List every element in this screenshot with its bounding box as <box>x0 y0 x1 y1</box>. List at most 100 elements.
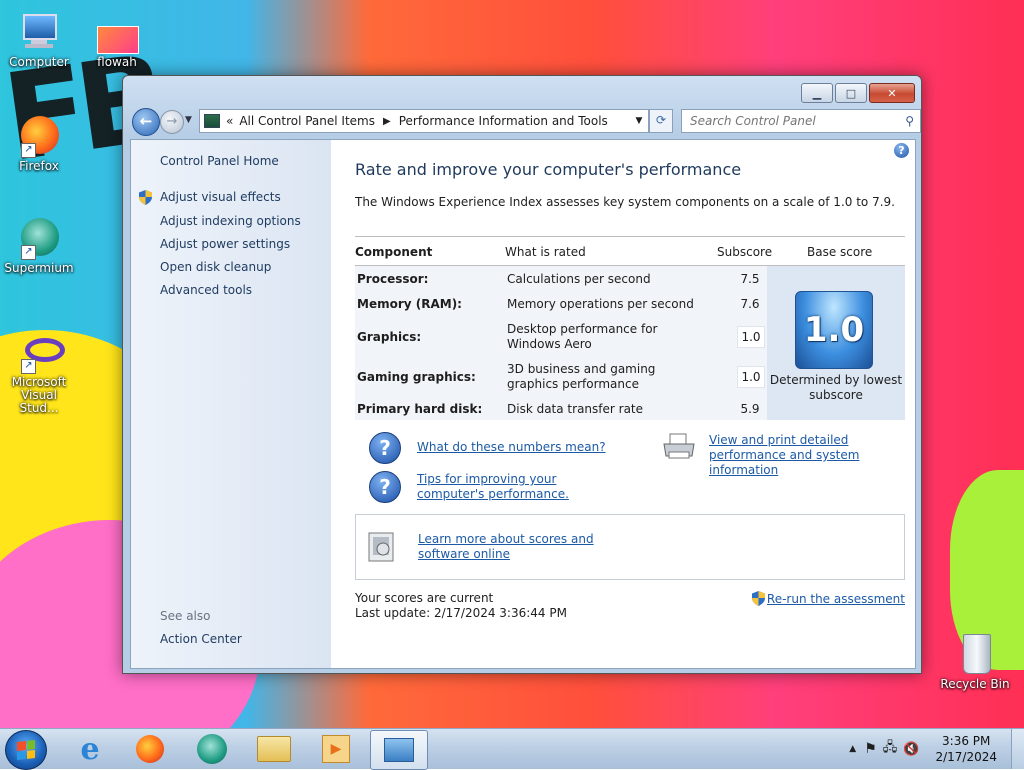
control-panel-icon <box>384 738 414 762</box>
component-name: Graphics: <box>357 330 422 344</box>
table-body: Processor: Calculations per second 7.5 M… <box>355 266 905 420</box>
desktop-icon-recycle-bin[interactable]: Recycle Bin <box>936 632 1014 691</box>
printer-icon <box>663 433 695 459</box>
show-desktop-button[interactable] <box>1011 729 1024 769</box>
adjust-power-settings-link[interactable]: Adjust power settings <box>160 237 290 251</box>
start-button[interactable] <box>5 730 47 770</box>
image-file-icon <box>95 24 139 54</box>
advanced-tools-link[interactable]: Advanced tools <box>160 283 252 297</box>
assessment-status: Your scores are current Last update: 2/1… <box>355 591 567 621</box>
shortcut-arrow-icon: ↗ <box>21 245 36 260</box>
desktop-icon-supermium[interactable]: ↗ Supermium <box>0 216 78 275</box>
adjust-visual-effects-link[interactable]: Adjust visual effects <box>160 190 281 204</box>
base-score-badge: 1.0 <box>795 291 873 369</box>
search-input[interactable] <box>688 113 897 129</box>
component-name: Primary hard disk: <box>357 402 483 416</box>
software-box-icon <box>368 532 394 562</box>
action-center-link[interactable]: Action Center <box>160 632 242 646</box>
clock[interactable]: 3:36 PM 2/17/2024 <box>935 733 997 765</box>
page-description: The Windows Experience Index assesses ke… <box>355 195 895 209</box>
desktop-icon-computer[interactable]: Computer <box>0 10 78 69</box>
header-subscore: Subscore <box>717 245 773 259</box>
question-icon: ? <box>369 471 401 503</box>
media-player-icon: ▶ <box>322 735 350 763</box>
refresh-button[interactable]: ⟳ <box>649 109 673 133</box>
address-dropdown-icon[interactable]: ▼ <box>630 116 648 126</box>
what-do-numbers-mean-link[interactable]: What do these numbers mean? <box>417 440 606 455</box>
help-item-print: View and print detailed performance and … <box>661 432 909 478</box>
base-score-note: Determined by lowest subscore <box>769 373 903 402</box>
taskbar-internet-explorer[interactable]: e <box>62 730 118 768</box>
performance-window: ▁ □ ✕ ← → ▼ « All Control Panel Items ▶ … <box>122 75 922 674</box>
rated-description: Desktop performance for Windows Aero <box>507 322 658 351</box>
scores-table: Component What is rated Subscore Base sc… <box>355 236 905 420</box>
desktop-icon-label: Recycle Bin <box>940 677 1010 691</box>
internet-explorer-icon: e <box>80 731 100 767</box>
shortcut-arrow-icon: ↗ <box>21 143 36 158</box>
breadcrumb-all-control-panel-items[interactable]: All Control Panel Items <box>239 114 375 128</box>
taskbar-control-panel[interactable] <box>370 730 428 770</box>
back-button[interactable]: ← <box>132 108 160 136</box>
desktop-icon-visual-studio[interactable]: ↗ Microsoft Visual Stud... <box>0 330 78 415</box>
taskbar-windows-explorer[interactable] <box>246 730 302 768</box>
taskbar-supermium[interactable] <box>184 730 240 768</box>
desktop-icon-label: flowah <box>97 55 137 69</box>
computer-icon <box>17 10 61 54</box>
open-disk-cleanup-link[interactable]: Open disk cleanup <box>160 260 271 274</box>
forward-button[interactable]: → <box>160 110 184 134</box>
rated-description: Disk data transfer rate <box>507 402 644 416</box>
learn-more-link[interactable]: Learn more about scores and software onl… <box>418 532 638 562</box>
base-score-panel: 1.0 Determined by lowest subscore <box>767 266 905 420</box>
search-icon[interactable]: ⚲ <box>905 114 914 128</box>
scores-current-text: Your scores are current <box>355 591 494 605</box>
uac-shield-icon <box>139 190 152 205</box>
recent-pages-dropdown[interactable]: ▼ <box>185 115 192 125</box>
subscore-value: 7.5 <box>740 272 760 286</box>
breadcrumb-performance[interactable]: Performance Information and Tools <box>399 114 608 128</box>
caption-buttons: ▁ □ ✕ <box>801 83 915 103</box>
action-center-flag-icon[interactable]: ⚑ <box>864 741 877 757</box>
tips-link[interactable]: Tips for improving your computer's perfo… <box>417 472 617 502</box>
network-icon[interactable]: 🖧 <box>883 738 898 760</box>
help-item-numbers: ? What do these numbers mean? <box>369 432 606 464</box>
desktop-icon-label: Microsoft Visual Stud... <box>11 375 67 415</box>
minimize-button[interactable]: ▁ <box>801 83 833 103</box>
component-name: Processor: <box>357 272 429 286</box>
component-name: Memory (RAM): <box>357 297 462 311</box>
firefox-icon: ↗ <box>17 114 61 158</box>
rated-description: Memory operations per second <box>507 297 694 311</box>
supermium-icon: ↗ <box>17 216 61 260</box>
desktop-icon-flowah[interactable]: flowah <box>78 24 156 69</box>
maximize-button[interactable]: □ <box>835 83 867 103</box>
taskbar-media-player[interactable]: ▶ <box>308 730 364 768</box>
subscore-value: 1.0 <box>737 326 765 348</box>
desktop-icon-firefox[interactable]: ↗ Firefox <box>0 114 78 173</box>
subscore-value: 1.0 <box>737 366 765 388</box>
table-header: Component What is rated Subscore Base sc… <box>355 236 905 266</box>
rerun-assessment-link[interactable]: Re-run the assessment <box>751 591 905 606</box>
rerun-label: Re-run the assessment <box>766 591 905 606</box>
desktop-icon-label: Supermium <box>4 261 74 275</box>
control-panel-home-link[interactable]: Control Panel Home <box>160 154 279 168</box>
page-title: Rate and improve your computer's perform… <box>355 160 742 179</box>
breadcrumb-separator-icon[interactable]: ▶ <box>383 116 391 127</box>
header-what-is-rated: What is rated <box>505 245 586 259</box>
view-print-details-link[interactable]: View and print detailed performance and … <box>709 433 909 478</box>
search-box[interactable]: ⚲ <box>681 109 921 133</box>
taskbar-firefox[interactable] <box>122 730 178 768</box>
firefox-icon <box>136 735 164 763</box>
recycle-bin-icon <box>953 632 997 676</box>
control-panel-icon <box>204 114 220 128</box>
main-pane: Rate and improve your computer's perform… <box>355 140 905 668</box>
adjust-indexing-options-link[interactable]: Adjust indexing options <box>160 214 301 228</box>
component-name: Gaming graphics: <box>357 370 476 384</box>
last-update-text: Last update: 2/17/2024 3:36:44 PM <box>355 606 567 620</box>
shortcut-arrow-icon: ↗ <box>21 359 36 374</box>
close-button[interactable]: ✕ <box>869 83 915 103</box>
help-item-tips: ? Tips for improving your computer's per… <box>369 471 617 503</box>
address-bar[interactable]: « All Control Panel Items ▶ Performance … <box>199 109 649 133</box>
volume-muted-icon[interactable]: 🔇 <box>903 742 919 757</box>
system-tray: ▲ ⚑ 🖧 🔇 3:36 PM 2/17/2024 <box>849 729 1024 769</box>
learn-more-box: Learn more about scores and software onl… <box>355 514 905 580</box>
show-hidden-icons-icon[interactable]: ▲ <box>849 744 856 754</box>
